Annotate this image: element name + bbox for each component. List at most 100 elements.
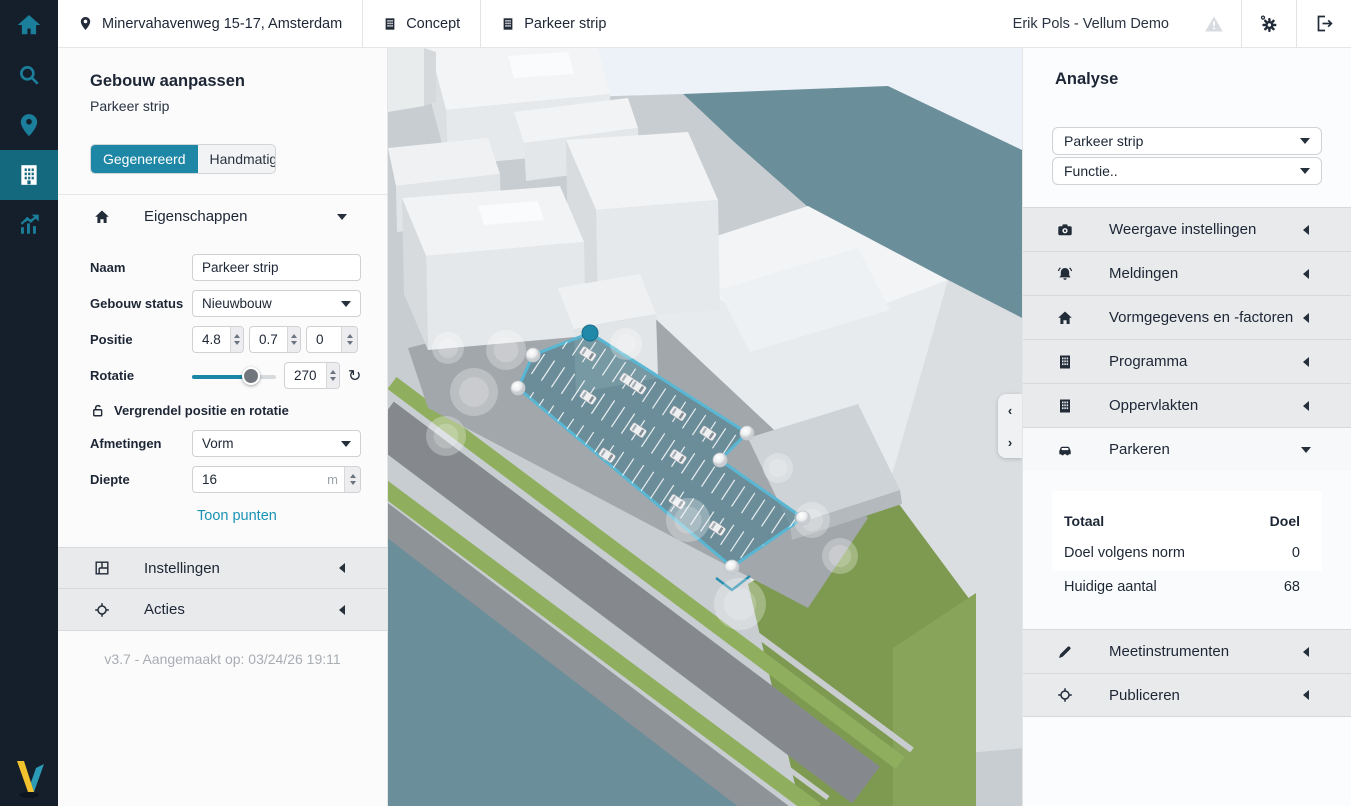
panel-title: Analyse bbox=[1023, 48, 1351, 89]
home-icon bbox=[1057, 310, 1073, 326]
vertex-handle[interactable] bbox=[511, 381, 525, 395]
rotate-icon[interactable]: ↻ bbox=[348, 366, 361, 385]
warning-indicator bbox=[1187, 0, 1241, 47]
search-icon bbox=[17, 63, 41, 87]
chevron-left-icon bbox=[339, 605, 345, 615]
naam-input[interactable]: Parkeer strip bbox=[192, 254, 361, 281]
toon-punten-link[interactable]: Toon punten bbox=[197, 508, 277, 524]
lock-open-icon bbox=[90, 403, 105, 418]
app-sidebar bbox=[0, 0, 58, 806]
vertex-handle[interactable] bbox=[725, 560, 739, 574]
stepper-buttons[interactable] bbox=[344, 467, 360, 492]
floorplan-icon bbox=[94, 560, 110, 576]
home-icon bbox=[17, 13, 41, 37]
chevron-down-icon bbox=[341, 441, 351, 447]
object-select[interactable]: Parkeer strip bbox=[1052, 127, 1322, 155]
tab-handmatig[interactable]: Handmatig bbox=[198, 145, 276, 173]
3d-scene[interactable] bbox=[388, 48, 1022, 806]
positie-x-stepper[interactable]: 4.8 bbox=[192, 326, 244, 353]
topbar-location-tab[interactable]: Minervahavenweg 15-17, Amsterdam bbox=[58, 0, 362, 47]
version-label: v3.7 - Aangemaakt op: 03/24/26 19:11 bbox=[58, 651, 387, 667]
table-col-value: Doel bbox=[1270, 513, 1300, 529]
slider-thumb[interactable] bbox=[242, 367, 260, 385]
stepper-buttons[interactable] bbox=[341, 327, 357, 352]
gebouw-status-select[interactable]: Nieuwbouw bbox=[192, 290, 361, 317]
sidebar-item-home[interactable] bbox=[0, 0, 58, 50]
section-publiceren[interactable]: Publiceren bbox=[1023, 673, 1351, 717]
warning-icon bbox=[1204, 15, 1224, 33]
section-instellingen[interactable]: Instellingen bbox=[58, 547, 387, 589]
chevron-left-icon bbox=[1303, 269, 1309, 279]
chevron-left-icon bbox=[1303, 647, 1309, 657]
section-programma[interactable]: Programma bbox=[1023, 339, 1351, 383]
vertex-handle[interactable] bbox=[526, 348, 540, 362]
row-label: Doel volgens norm bbox=[1064, 545, 1185, 561]
topbar: Minervahavenweg 15-17, Amsterdam Concept… bbox=[58, 0, 1351, 48]
map-pin-icon bbox=[17, 113, 41, 137]
vellum-logo bbox=[0, 754, 58, 800]
gebouw-status-label: Gebouw status bbox=[90, 296, 192, 311]
rotatie-label: Rotatie bbox=[90, 368, 192, 383]
section-oppervlakten[interactable]: Oppervlakten bbox=[1023, 383, 1351, 427]
rotatie-slider[interactable] bbox=[192, 367, 276, 385]
vertex-handle[interactable] bbox=[796, 511, 810, 525]
table-col-label: Totaal bbox=[1064, 513, 1104, 529]
3d-viewport[interactable]: ‹ › bbox=[388, 48, 1022, 806]
settings-button[interactable] bbox=[1242, 0, 1296, 47]
chevron-left-icon bbox=[339, 563, 345, 573]
stepper-buttons[interactable] bbox=[230, 327, 243, 352]
section-eigenschappen[interactable]: Eigenschappen bbox=[58, 194, 387, 238]
vertex-handle[interactable] bbox=[713, 453, 727, 467]
section-meetinstrumenten[interactable]: Meetinstrumenten bbox=[1023, 629, 1351, 673]
panel-collapse-control: ‹ › bbox=[998, 394, 1022, 458]
section-parkeren[interactable]: Parkeren bbox=[1023, 427, 1351, 471]
section-weergave-instellingen[interactable]: Weergave instellingen bbox=[1023, 207, 1351, 251]
car-icon bbox=[1057, 442, 1073, 458]
target-icon bbox=[94, 602, 110, 618]
sidebar-item-search[interactable] bbox=[0, 50, 58, 100]
row-label: Huidige aantal bbox=[1064, 579, 1157, 595]
lock-position-toggle[interactable]: Vergrendel positie en rotatie bbox=[90, 403, 361, 418]
logout-button[interactable] bbox=[1297, 0, 1351, 47]
row-value: 0 bbox=[1292, 545, 1300, 561]
collapse-right-button[interactable]: › bbox=[1002, 432, 1018, 453]
building-icon bbox=[1057, 354, 1073, 370]
gear-icon bbox=[1259, 14, 1279, 34]
chevron-down-icon bbox=[341, 301, 351, 307]
rotatie-stepper[interactable]: 270 bbox=[284, 362, 340, 389]
sidebar-item-analytics[interactable] bbox=[0, 200, 58, 250]
positie-y-stepper[interactable]: 0.7 bbox=[249, 326, 301, 353]
section-label: Acties bbox=[144, 601, 185, 618]
home-icon bbox=[94, 209, 110, 225]
chevron-left-icon bbox=[1303, 357, 1309, 367]
chevron-down-icon bbox=[1300, 168, 1310, 174]
diepte-input[interactable]: 16m bbox=[192, 466, 361, 493]
afmetingen-select[interactable]: Vorm bbox=[192, 430, 361, 457]
vertex-handle[interactable] bbox=[740, 426, 754, 440]
parkeren-content: Totaal Doel Doel volgens norm 0 Huidige … bbox=[1023, 471, 1351, 629]
sidebar-item-location[interactable] bbox=[0, 100, 58, 150]
building-icon bbox=[17, 163, 41, 187]
panel-subtitle: Parkeer strip bbox=[90, 98, 355, 114]
chart-icon bbox=[17, 213, 41, 237]
stepper-buttons[interactable] bbox=[326, 363, 339, 388]
logout-icon bbox=[1315, 14, 1334, 33]
sidebar-item-buildings[interactable] bbox=[0, 150, 58, 200]
functie-select[interactable]: Functie.. bbox=[1052, 157, 1322, 185]
building-icon bbox=[1057, 398, 1073, 414]
tab-gegenereerd[interactable]: Gegenereerd bbox=[91, 145, 198, 173]
positie-label: Positie bbox=[90, 332, 192, 347]
topbar-concept-tab[interactable]: Concept bbox=[363, 0, 480, 47]
mode-tabs: Gegenereerd Handmatig bbox=[90, 144, 276, 174]
section-meldingen[interactable]: Meldingen bbox=[1023, 251, 1351, 295]
chevron-down-icon bbox=[337, 214, 347, 220]
section-acties[interactable]: Acties bbox=[58, 589, 387, 631]
stepper-buttons[interactable] bbox=[287, 327, 300, 352]
topbar-project-tab[interactable]: Parkeer strip bbox=[481, 0, 626, 47]
collapse-left-button[interactable]: ‹ bbox=[1002, 400, 1018, 421]
active-vertex-handle[interactable] bbox=[582, 325, 598, 341]
chevron-down-icon bbox=[1301, 447, 1311, 453]
chevron-left-icon bbox=[1303, 313, 1309, 323]
section-vormgegevens[interactable]: Vormgegevens en -factoren bbox=[1023, 295, 1351, 339]
positie-z-stepper[interactable]: 0 bbox=[306, 326, 358, 353]
